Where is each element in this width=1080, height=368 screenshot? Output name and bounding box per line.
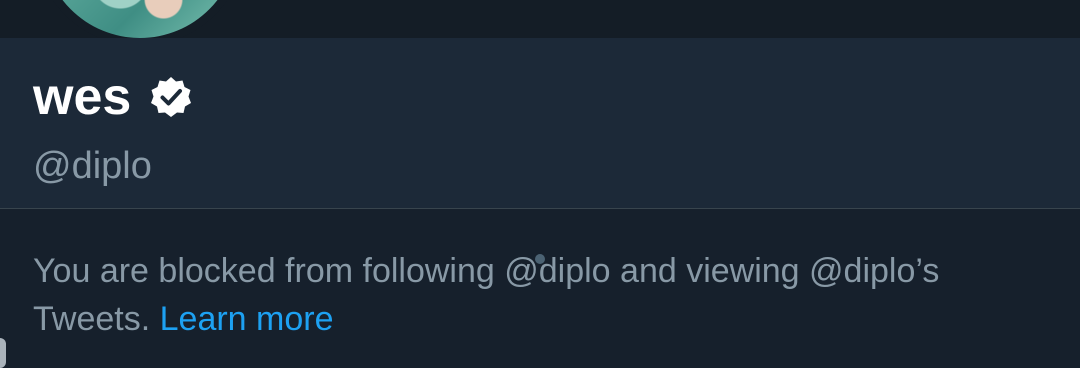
edge-handle[interactable] — [0, 338, 6, 368]
display-name: wes — [33, 68, 132, 126]
blocked-notice: You are blocked from following @diplo an… — [0, 209, 1080, 360]
profile-header: wes @diplo — [0, 38, 1080, 209]
profile-handle: @diplo — [33, 145, 152, 187]
verified-badge-icon — [149, 75, 193, 119]
learn-more-link[interactable]: Learn more — [160, 300, 334, 338]
touch-indicator — [535, 254, 545, 264]
name-row: wes — [33, 68, 193, 126]
